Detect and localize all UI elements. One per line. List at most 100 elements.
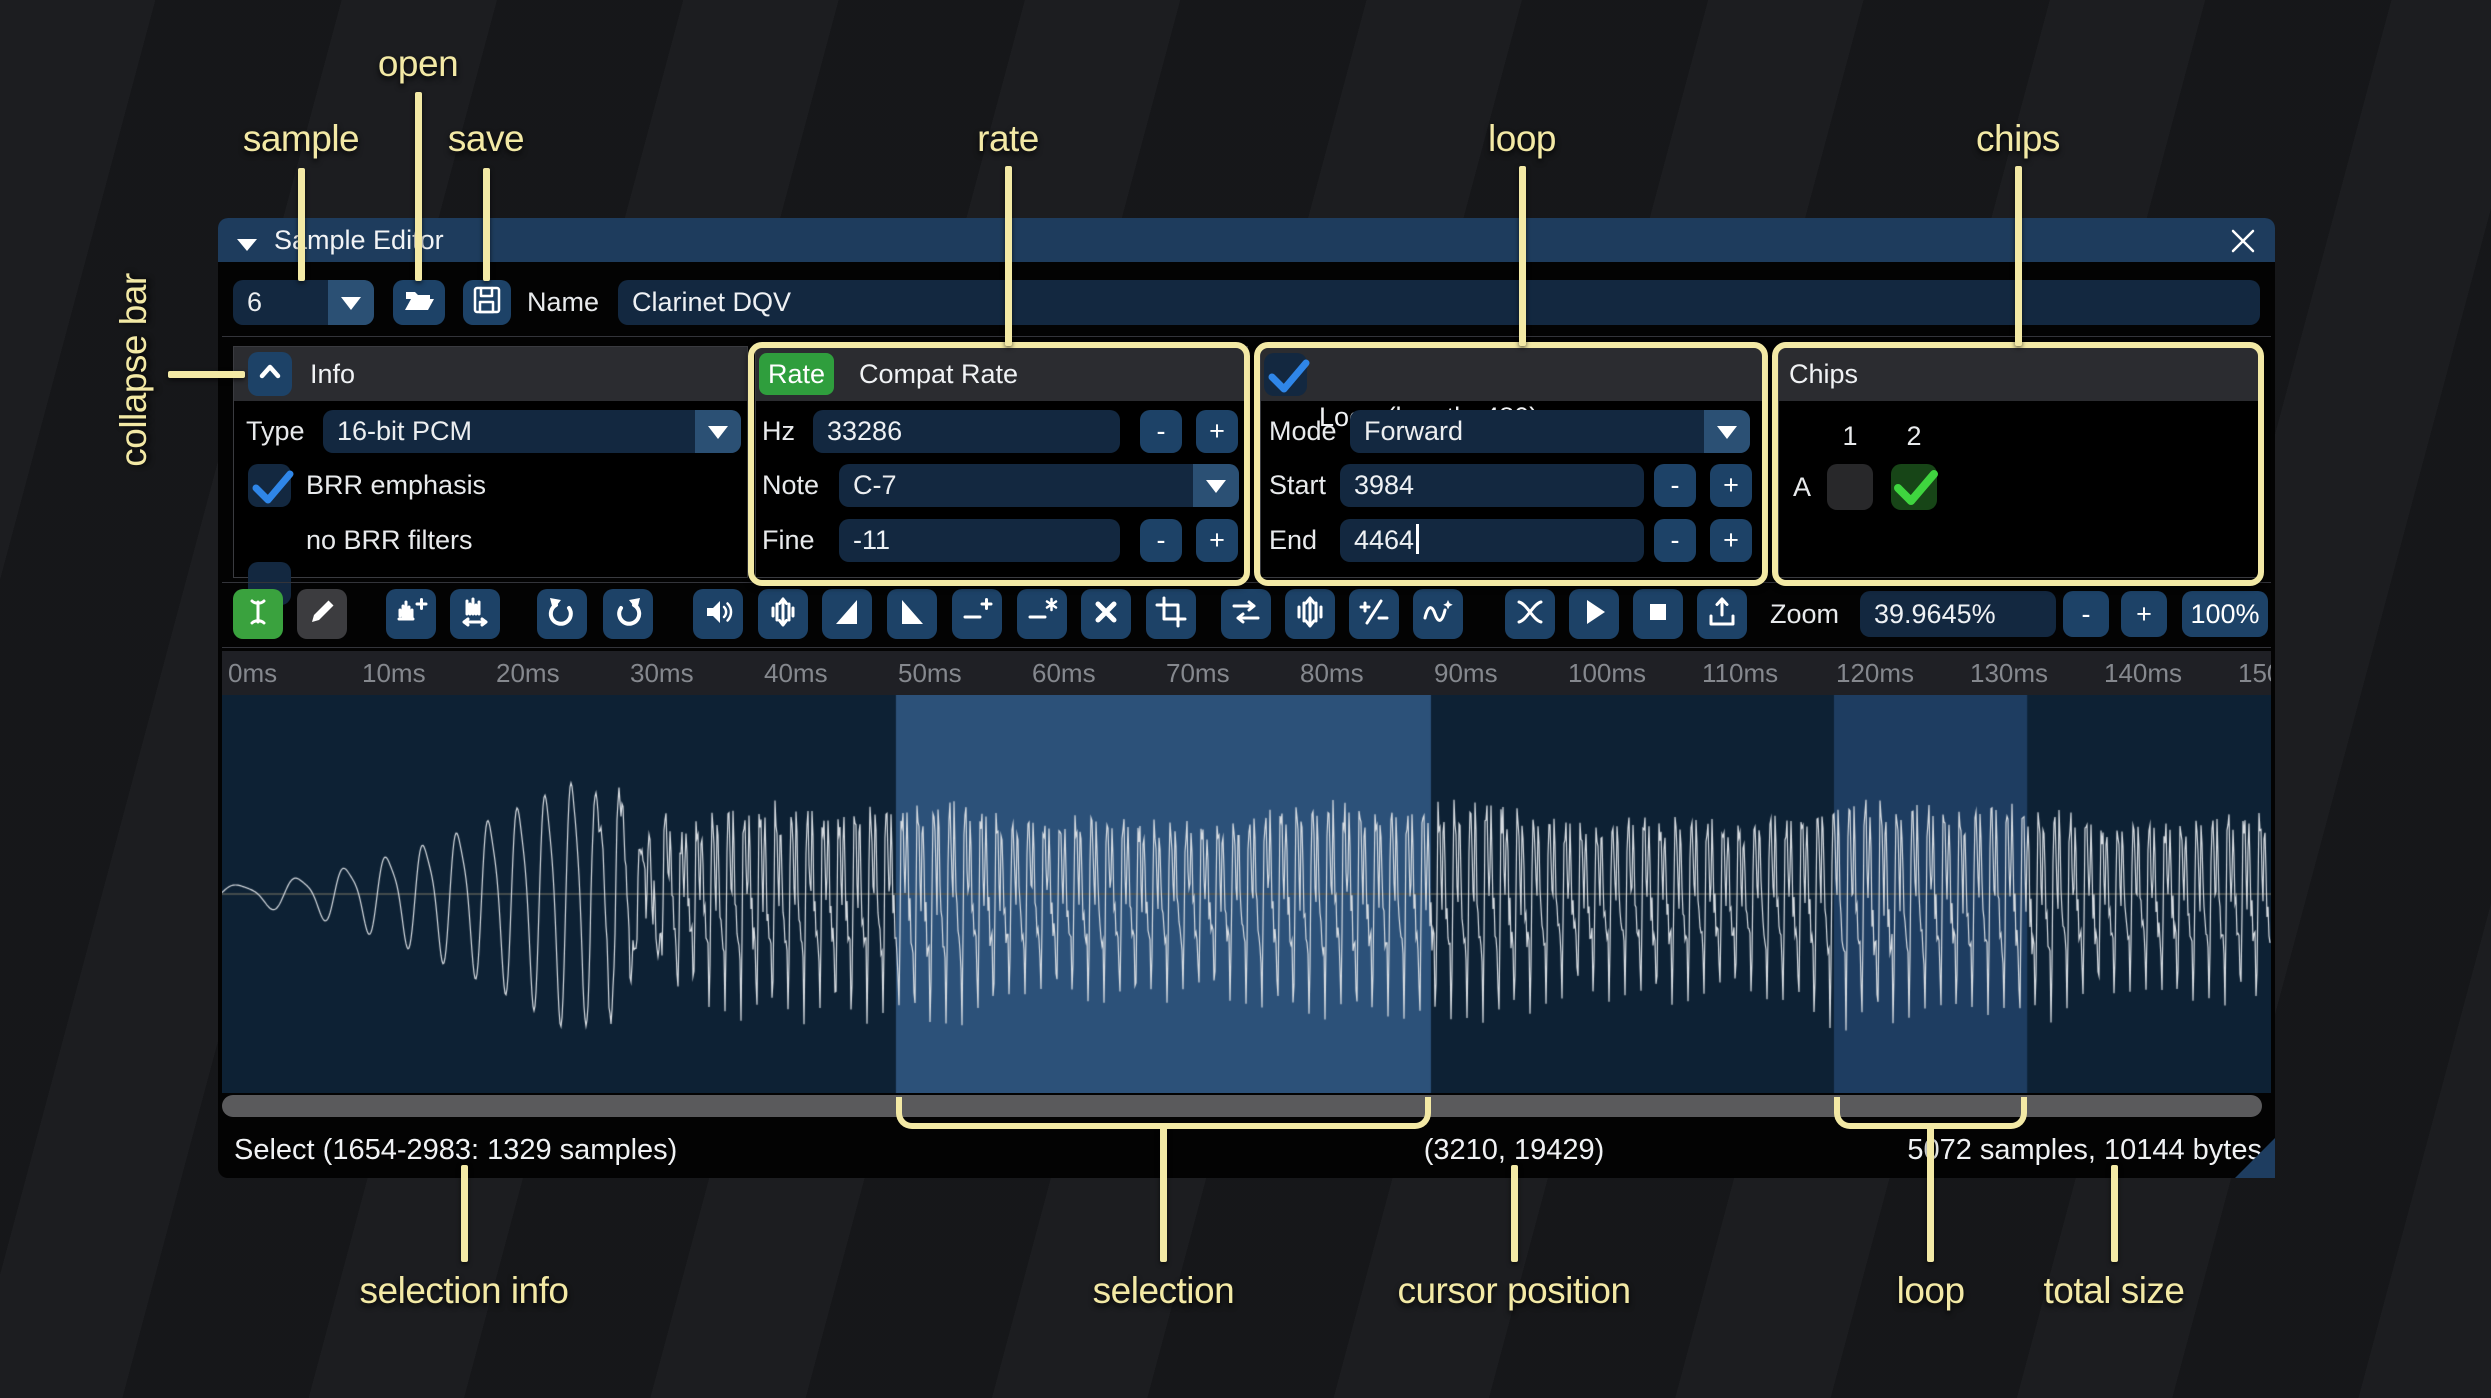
type-select[interactable]: 16-bit PCM: [323, 410, 741, 453]
window-collapse-icon[interactable]: [234, 232, 260, 263]
import-sample-button[interactable]: [1697, 589, 1747, 639]
reverse-button[interactable]: [1221, 589, 1271, 639]
annotation-selection-info: selection info: [359, 1270, 569, 1311]
waveform-canvas[interactable]: [222, 695, 2271, 1093]
reverse-icon: [1228, 594, 1264, 635]
type-value: 16-bit PCM: [337, 416, 473, 446]
ruler-tick-label: 140ms: [2104, 658, 2183, 688]
play-icon: [1576, 594, 1612, 635]
apply-silence-button[interactable]: [1017, 589, 1067, 639]
ruler-tick-label: 70ms: [1166, 658, 1230, 688]
close-icon[interactable]: [2225, 223, 2261, 259]
annotation-leader-line: [1159, 1125, 1167, 1262]
annotation-chips: chips: [1976, 118, 2060, 159]
pencil-icon: [304, 594, 340, 635]
annotation-leader-line: [1511, 1165, 1518, 1262]
undo-button[interactable]: [537, 589, 587, 639]
name-input[interactable]: Clarinet DQV: [618, 280, 2260, 325]
resize-icon: [457, 594, 493, 635]
insert-silence-button[interactable]: [952, 589, 1002, 639]
save-button[interactable]: [463, 280, 511, 325]
annotation-leader-line: [1927, 1125, 1935, 1262]
collapse-button[interactable]: [248, 352, 292, 396]
ruler-tick-label: 0ms: [228, 658, 278, 688]
sign-icon: [1356, 594, 1392, 635]
annotation-total-size: total size: [2043, 1270, 2185, 1311]
annotation-collapse-bar: collapse bar: [113, 273, 154, 467]
info-panel-title: Info: [310, 359, 356, 389]
ruler-tick-label: 60ms: [1032, 658, 1096, 688]
annotation-leader-line: [483, 168, 490, 281]
annotation-loop: loop: [1488, 118, 1556, 159]
zoom-out-button[interactable]: -: [2063, 591, 2109, 637]
normalize-icon: [765, 594, 801, 635]
zoom-reset-button[interactable]: 100%: [2182, 591, 2268, 637]
annotation-selection: selection: [1092, 1270, 1235, 1311]
ruler-tick-label: 30ms: [630, 658, 694, 688]
select-tool-button[interactable]: [233, 589, 283, 639]
apply-silence-icon: [1024, 594, 1060, 635]
separator: [222, 336, 2271, 337]
fade-in-icon: [829, 594, 865, 635]
ruler-tick-label: 130ms: [1970, 658, 2049, 688]
annotation-leader-line: [2111, 1165, 2118, 1262]
signed-unsigned-button[interactable]: [1349, 589, 1399, 639]
resample-button[interactable]: [386, 589, 436, 639]
crossfade-icon: [1512, 594, 1548, 635]
invert-button[interactable]: [1285, 589, 1335, 639]
ruler-tick-label: 110ms: [1702, 658, 1779, 688]
name-label: Name: [527, 287, 600, 317]
filter-icon: [1420, 594, 1456, 635]
brr-emphasis-label: BRR emphasis: [306, 470, 487, 500]
trim-button[interactable]: [1146, 589, 1196, 639]
zoom-in-button[interactable]: +: [2121, 591, 2167, 637]
ibeam-icon: [240, 594, 276, 635]
fade-in-button[interactable]: [822, 589, 872, 639]
brr-emphasis-checkbox[interactable]: [248, 464, 294, 507]
fade-out-button[interactable]: [887, 589, 937, 639]
delete-icon: [1088, 594, 1124, 635]
chips-callout-box: [1772, 342, 2264, 586]
undo-icon: [544, 594, 580, 635]
invert-icon: [1292, 594, 1328, 635]
screenshot-stage: Sample Editor 6 Name Clarinet DQV Info T…: [0, 0, 2491, 1398]
ruler-tick-label: 20ms: [496, 658, 560, 688]
fade-out-icon: [894, 594, 930, 635]
stop-preview-button[interactable]: [1633, 589, 1683, 639]
separator: [222, 647, 2271, 648]
folder-open-icon: [400, 282, 438, 323]
resize-button[interactable]: [450, 589, 500, 639]
redo-icon: [610, 594, 646, 635]
type-label: Type: [246, 416, 305, 446]
timeline-ruler[interactable]: 0ms 10ms 20ms 30ms 40ms 50ms 60ms 70ms 80ms 90ms 1…: [222, 651, 2271, 695]
draw-tool-button[interactable]: [297, 589, 347, 639]
sample-number-select[interactable]: 6: [233, 280, 374, 325]
apply-filter-button[interactable]: [1413, 589, 1463, 639]
annotation-leader-line: [168, 371, 245, 378]
status-selection-info: Select (1654-2983: 1329 samples): [234, 1134, 678, 1166]
chevron-down-icon[interactable]: [695, 410, 741, 453]
preview-button[interactable]: [1569, 589, 1619, 639]
amplify-button[interactable]: [693, 589, 743, 639]
resample-icon: [393, 594, 429, 635]
chevron-down-icon[interactable]: [328, 280, 374, 325]
selection-bracket: [895, 1097, 1431, 1129]
loop-callout-box: [1254, 342, 1768, 586]
titlebar[interactable]: Sample Editor: [218, 218, 2275, 262]
annotation-save: save: [447, 118, 525, 159]
annotation-loop-bottom: loop: [1896, 1270, 1965, 1311]
zoom-input[interactable]: 39.9645%: [1860, 591, 2056, 637]
stop-icon: [1640, 594, 1676, 635]
rate-callout-box: [748, 342, 1250, 586]
chevron-up-icon: [254, 356, 286, 393]
open-button[interactable]: [393, 280, 445, 325]
floppy-save-icon: [469, 282, 505, 323]
delete-button[interactable]: [1081, 589, 1131, 639]
loop-bracket: [1833, 1097, 2028, 1129]
resize-grip[interactable]: [2235, 1138, 2275, 1178]
annotation-rate: rate: [977, 118, 1039, 159]
crossfade-button[interactable]: [1505, 589, 1555, 639]
annotation-sample: sample: [242, 118, 360, 159]
redo-button[interactable]: [603, 589, 653, 639]
normalize-button[interactable]: [758, 589, 808, 639]
